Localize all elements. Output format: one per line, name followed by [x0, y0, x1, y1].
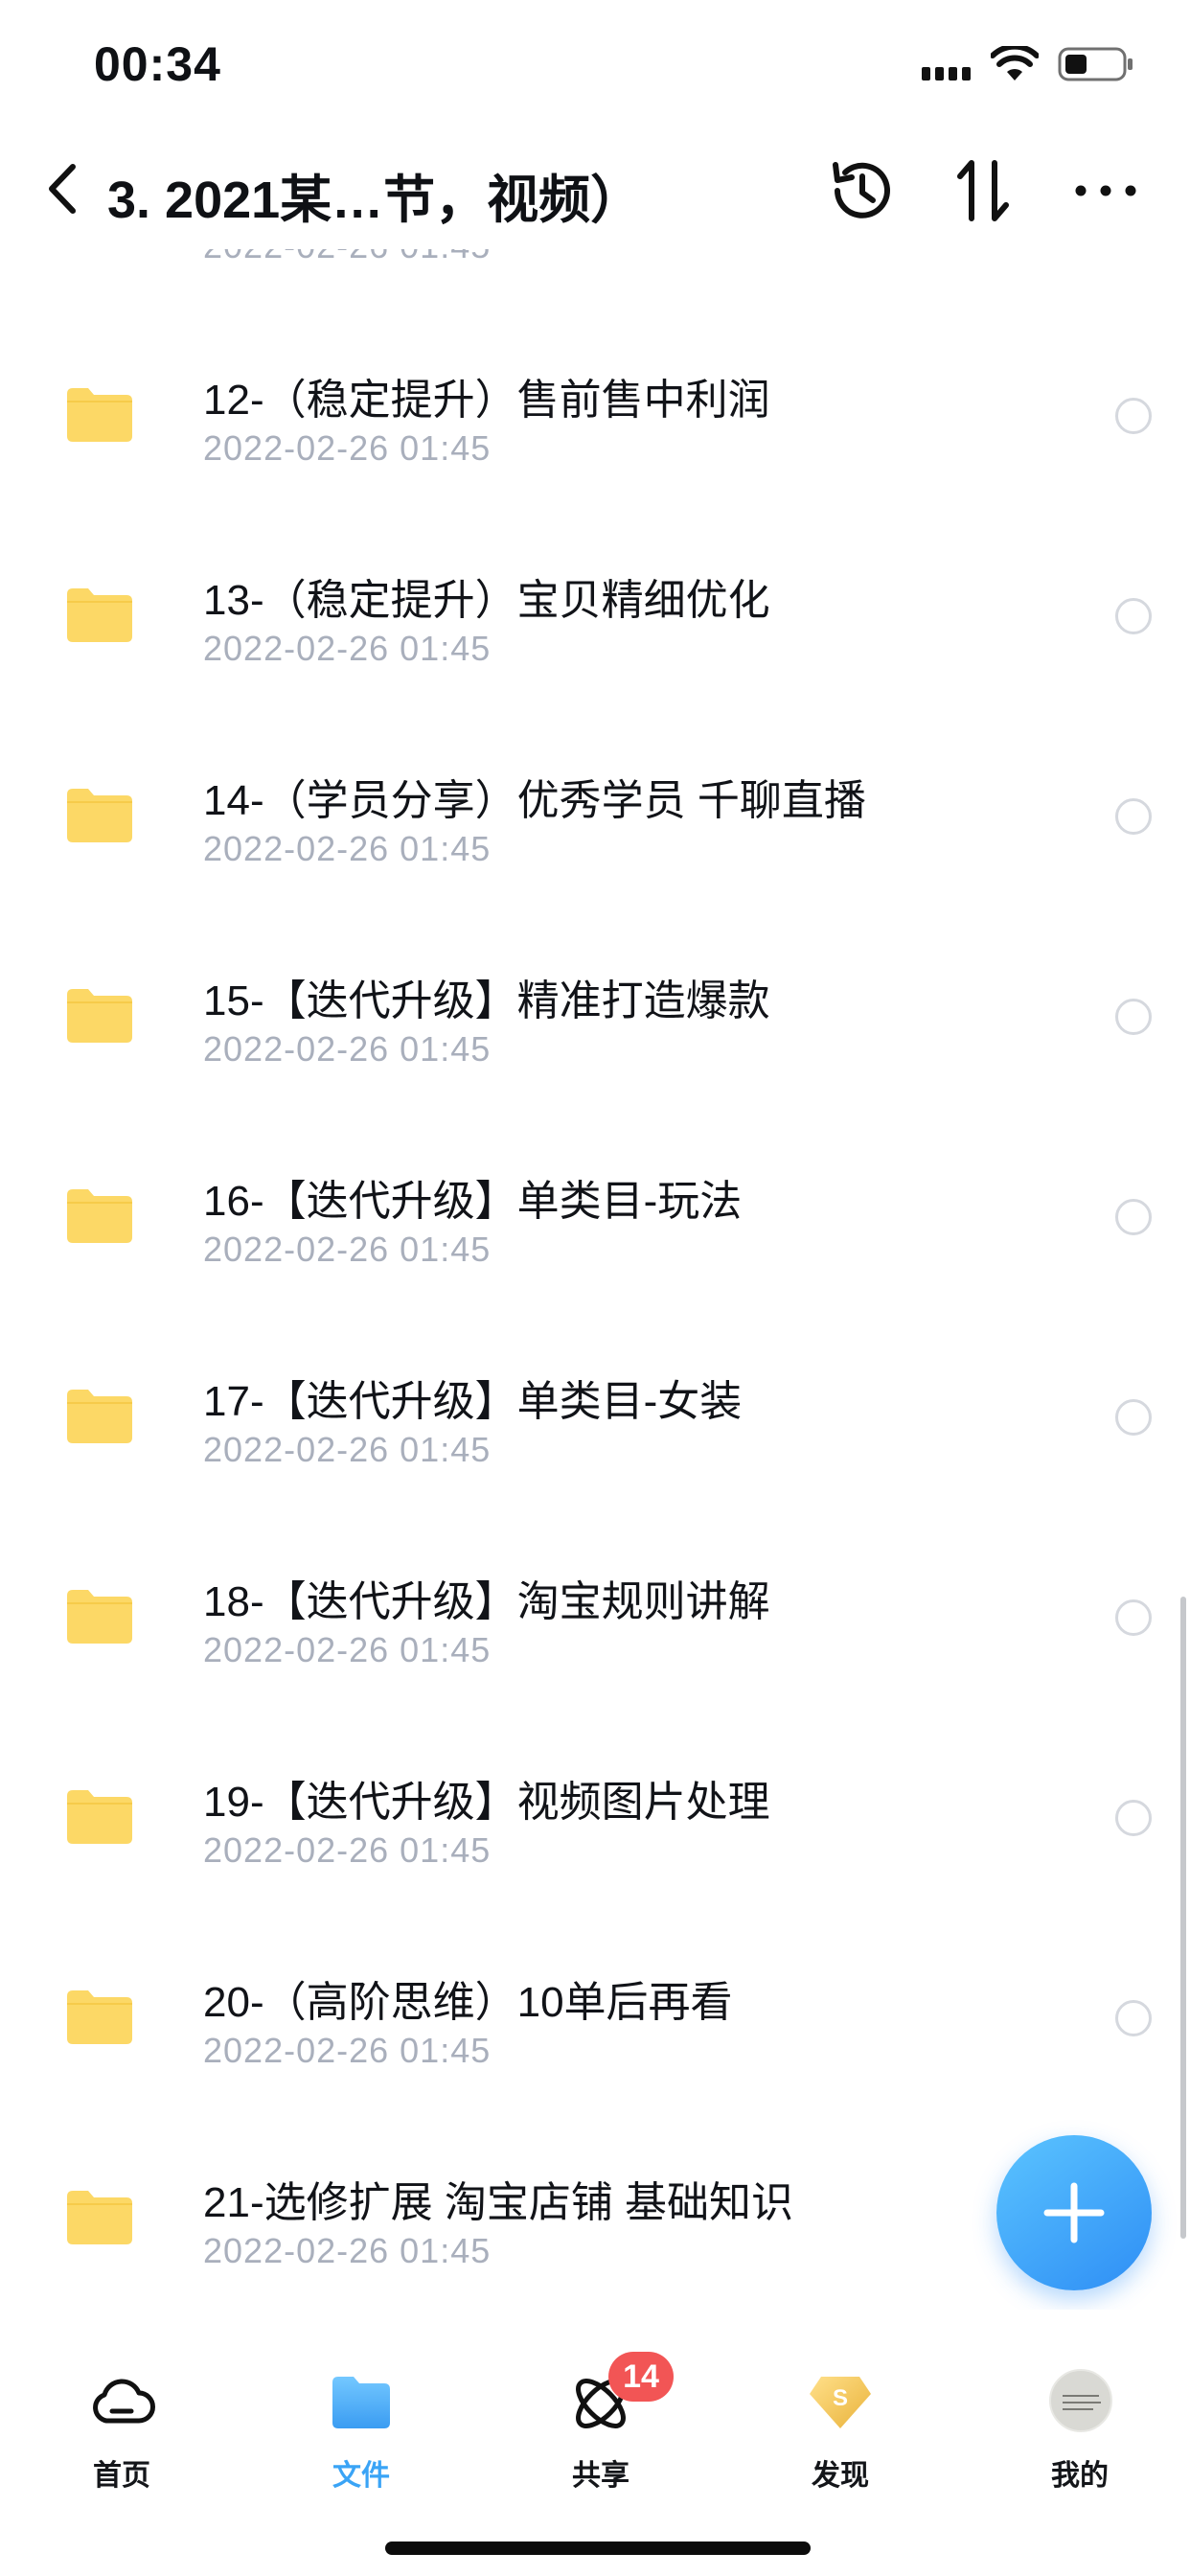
folder-icon	[67, 787, 132, 842]
tab-profile[interactable]: 我的	[984, 2310, 1176, 2501]
avatar	[1049, 2369, 1112, 2432]
select-checkbox[interactable]	[1115, 598, 1152, 634]
select-checkbox[interactable]	[1115, 1800, 1152, 1836]
svg-text:S: S	[833, 2385, 848, 2411]
list-item[interactable]: 12-（稳定提升）售前售中利润 2022-02-26 01:45	[0, 321, 1190, 521]
back-icon[interactable]	[38, 155, 86, 222]
folder-icon	[67, 1388, 132, 1443]
folder-icon	[67, 386, 132, 442]
tab-share[interactable]: 14 共享	[505, 2310, 697, 2501]
list-item[interactable]: 15-【迭代升级】精准打造爆款 2022-02-26 01:45	[0, 922, 1190, 1122]
folder-icon	[67, 987, 132, 1043]
avatar-image	[1063, 2395, 1101, 2410]
tab-files[interactable]: 文件	[265, 2310, 457, 2501]
list-item-name: 17-【迭代升级】单类目-女装	[203, 1378, 743, 1425]
select-checkbox[interactable]	[1115, 999, 1152, 1035]
more-icon[interactable]	[1069, 155, 1142, 226]
nav-bar: 3. 2021某…节，视频）	[0, 134, 1190, 249]
signal-icon	[922, 67, 971, 80]
discover-icon: S	[810, 2377, 871, 2428]
list-item-date: 2022-02-26 01:45	[203, 2031, 492, 2070]
list-item-date: 2022-02-26 01:45	[203, 2231, 492, 2270]
home-indicator[interactable]	[385, 2542, 811, 2555]
list-item-date: 2022-02-26 01:45	[203, 249, 491, 266]
folder-icon	[67, 2189, 132, 2244]
tab-label: 共享	[572, 2460, 629, 2492]
list-item[interactable]: 18-【迭代升级】淘宝规则讲解 2022-02-26 01:45	[0, 1523, 1190, 1723]
history-icon[interactable]	[826, 155, 897, 226]
status-time: 00:34	[94, 37, 221, 91]
folder-icon	[67, 1989, 132, 2044]
list-item[interactable]: 16-【迭代升级】单类目-玩法 2022-02-26 01:45	[0, 1122, 1190, 1322]
list-item-date: 2022-02-26 01:45	[203, 629, 492, 668]
select-checkbox[interactable]	[1115, 1399, 1152, 1436]
list-item[interactable]: 17-【迭代升级】单类目-女装 2022-02-26 01:45	[0, 1322, 1190, 1523]
select-checkbox[interactable]	[1115, 1199, 1152, 1235]
scrollbar[interactable]	[1180, 1597, 1186, 2239]
list-item-date: 2022-02-26 01:45	[203, 1430, 492, 1469]
list-item-name: 14-（学员分享）优秀学员 千聊直播	[203, 777, 866, 824]
list-item-name: 19-【迭代升级】视频图片处理	[203, 1779, 770, 1826]
select-checkbox[interactable]	[1115, 798, 1152, 835]
list-item-name: 12-（稳定提升）售前售中利润	[203, 377, 770, 424]
battery-icon	[1058, 47, 1133, 81]
tab-label: 文件	[332, 2460, 390, 2492]
list-item-date: 2022-02-26 01:45	[203, 829, 492, 868]
select-checkbox[interactable]	[1115, 1599, 1152, 1636]
folder-icon	[67, 586, 132, 642]
list-item-name: 20-（高阶思维）10单后再看	[203, 1979, 733, 2026]
list-item-date: 2022-02-26 01:45	[203, 1630, 492, 1669]
list-item-date: 2022-02-26 01:45	[203, 1830, 492, 1870]
page-title: 3. 2021某…节，视频）	[107, 172, 643, 229]
list-item-name: 18-【迭代升级】淘宝规则讲解	[203, 1578, 770, 1625]
cloud-icon	[93, 2379, 155, 2424]
list-item-date: 2022-02-26 01:45	[203, 428, 492, 468]
file-list: 2022-02-26 01:45 12-（稳定提升）售前售中利润2022-02-…	[0, 249, 1190, 2310]
select-checkbox[interactable]	[1115, 398, 1152, 434]
notification-badge: 14	[608, 2352, 674, 2402]
list-item-date: 2022-02-26 01:45	[203, 1230, 492, 1269]
list-item-name: 16-【迭代升级】单类目-玩法	[203, 1178, 743, 1225]
tab-bar: 首页 文件 14 共享 S 发现 我的	[0, 2310, 1190, 2576]
tab-label: 我的	[1051, 2460, 1109, 2492]
tab-label: 发现	[812, 2460, 869, 2492]
list-item-name: 13-（稳定提升）宝贝精细优化	[203, 577, 770, 624]
folder-icon	[332, 2377, 390, 2428]
wifi-icon	[991, 46, 1039, 80]
folder-icon	[67, 1788, 132, 1844]
folder-icon	[67, 1588, 132, 1644]
status-bar: 00:34	[0, 0, 1190, 134]
tab-label: 首页	[93, 2460, 150, 2492]
select-checkbox[interactable]	[1115, 2000, 1152, 2036]
sort-icon[interactable]	[950, 155, 1018, 226]
list-item[interactable]: 19-【迭代升级】视频图片处理 2022-02-26 01:45	[0, 1723, 1190, 1923]
list-item[interactable]: 14-（学员分享）优秀学员 千聊直播 2022-02-26 01:45	[0, 722, 1190, 922]
list-item-name: 15-【迭代升级】精准打造爆款	[203, 978, 770, 1024]
list-item-name: 21-选修扩展 淘宝店铺 基础知识	[203, 2179, 794, 2226]
plus-icon	[1043, 2182, 1105, 2243]
tab-home[interactable]: 首页	[26, 2310, 217, 2501]
add-button[interactable]	[996, 2135, 1152, 2290]
folder-icon	[67, 1187, 132, 1243]
list-item[interactable]: 13-（稳定提升）宝贝精细优化 2022-02-26 01:45	[0, 521, 1190, 722]
list-item[interactable]: 20-（高阶思维）10单后再看 2022-02-26 01:45	[0, 1923, 1190, 2124]
tab-discover[interactable]: S 发现	[744, 2310, 936, 2501]
list-item-date: 2022-02-26 01:45	[203, 1029, 492, 1069]
